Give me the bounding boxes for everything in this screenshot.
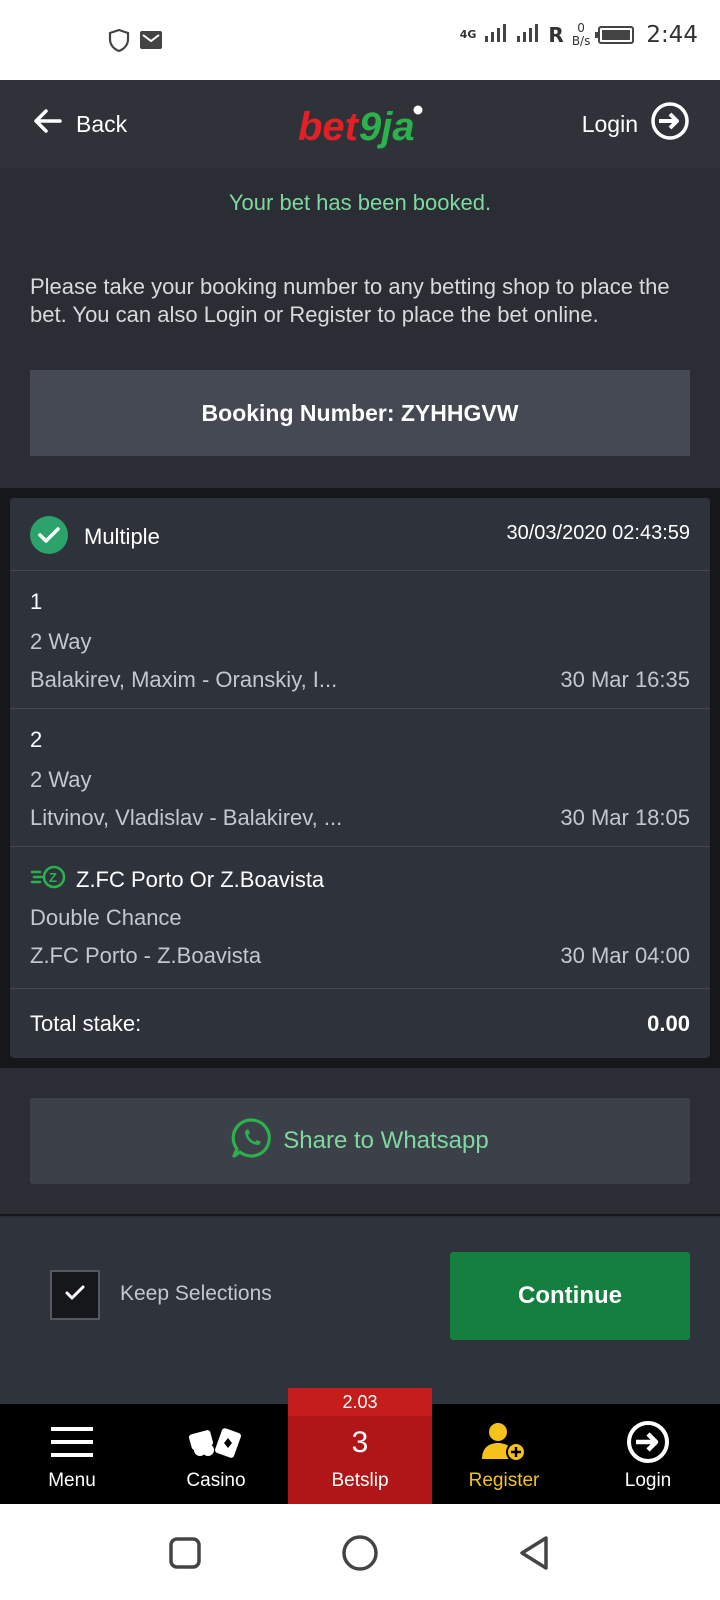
- bet-datetime: 30/03/2020 02:43:59: [506, 522, 690, 544]
- selection-row: 1 2 Way Balakirev, Maxim - Oranskiy, I..…: [10, 570, 710, 708]
- selection-match: Balakirev, Maxim - Oranskiy, I...: [30, 667, 338, 692]
- bet9ja-logo[interactable]: bet 9ja: [296, 100, 426, 150]
- signal-icon: [484, 22, 508, 48]
- nav-betslip[interactable]: 2.03 3 Betslip: [288, 1388, 432, 1504]
- bet-type: Multiple: [84, 524, 160, 549]
- checkmark-icon: [65, 1285, 85, 1306]
- bet-card-header: Multiple 30/03/2020 02:43:59: [10, 498, 710, 570]
- data-speed-unit: B/s: [571, 34, 591, 48]
- selection-time: 30 Mar 18:05: [560, 805, 690, 830]
- keep-selections-checkbox[interactable]: [50, 1270, 100, 1320]
- selection-match: Litvinov, Vladislav - Balakirev, ...: [30, 805, 343, 830]
- hamburger-icon: [49, 1420, 95, 1464]
- nav-casino[interactable]: Casino: [144, 1404, 288, 1504]
- login-arrow-icon: [650, 101, 690, 147]
- data-speed-value: 0: [577, 21, 585, 35]
- home-button[interactable]: [341, 1534, 379, 1577]
- virtual-sports-icon: Z: [30, 865, 68, 895]
- mail-icon: [138, 29, 164, 56]
- selection-number: 1: [30, 589, 43, 614]
- shield-icon: [108, 28, 130, 57]
- selection-row: Z Z.FC Porto Or Z.Boavista Double Chance…: [10, 846, 710, 988]
- share-label: Share to Whatsapp: [283, 1127, 489, 1154]
- casino-cards-icon: [186, 1420, 246, 1464]
- add-user-icon: [480, 1420, 528, 1464]
- selection-time: 30 Mar 04:00: [560, 943, 690, 968]
- arrow-left-icon: [32, 108, 62, 140]
- login-label: Login: [581, 110, 638, 137]
- booking-info-text: Please take your booking number to any b…: [30, 274, 670, 327]
- check-circle-icon: [30, 516, 68, 554]
- back-nav-button[interactable]: [516, 1534, 552, 1577]
- back-button[interactable]: Back: [32, 102, 127, 146]
- nav-login-label: Login: [624, 1470, 672, 1491]
- whatsapp-icon: [231, 1117, 273, 1166]
- selection-row: 2 2 Way Litvinov, Vladislav - Balakirev,…: [10, 708, 710, 846]
- selection-time: 30 Mar 16:35: [560, 667, 690, 692]
- bet-summary-card: Multiple 30/03/2020 02:43:59 1 2 Way Bal…: [10, 498, 710, 1058]
- network-type: 4G: [459, 28, 477, 41]
- total-stake-row: Total stake: 0.00: [10, 988, 710, 1058]
- data-speed: 0 B/s: [572, 22, 591, 48]
- selection-number: 2: [30, 727, 43, 752]
- svg-text:Z: Z: [49, 870, 57, 885]
- selection-match: Z.FC Porto - Z.Boavista: [30, 943, 262, 968]
- clock: 2:44: [646, 22, 698, 48]
- app-header: Back bet 9ja Login: [0, 80, 720, 168]
- nav-login[interactable]: Login: [576, 1404, 720, 1504]
- battery-icon: [595, 26, 635, 44]
- booking-number: Booking Number: ZYHHGVW: [30, 370, 690, 456]
- login-arrow-icon: [625, 1420, 671, 1464]
- selection-market: Double Chance: [30, 905, 182, 930]
- nav-register-label: Register: [468, 1470, 540, 1491]
- nav-menu-label: Menu: [48, 1470, 96, 1491]
- header-login-button[interactable]: Login: [582, 100, 690, 148]
- share-section: Share to Whatsapp: [0, 1068, 720, 1216]
- booking-section: Your bet has been booked. Please take yo…: [0, 168, 720, 488]
- recent-apps-button[interactable]: [168, 1536, 202, 1575]
- nav-register[interactable]: Register: [432, 1404, 576, 1504]
- roaming-indicator: R: [548, 23, 564, 47]
- keep-selections-label: Keep Selections: [120, 1282, 272, 1305]
- selection-market: 2 Way: [30, 629, 92, 654]
- signal-icon-2: [516, 22, 540, 48]
- back-label: Back: [76, 110, 128, 137]
- betslip-odds: 2.03: [288, 1388, 432, 1416]
- share-whatsapp-button[interactable]: Share to Whatsapp: [30, 1098, 690, 1184]
- android-nav-bar: [0, 1504, 720, 1600]
- logo-text-bet: bet: [298, 105, 360, 149]
- nav-casino-label: Casino: [186, 1470, 246, 1491]
- betslip-label: Betslip: [331, 1470, 389, 1491]
- actions-bar: Keep Selections Continue: [0, 1218, 720, 1404]
- selection-market: 2 Way: [30, 767, 92, 792]
- status-bar: 4G R 0 B/s 2:44: [0, 0, 720, 80]
- total-stake-value: 0.00: [647, 1011, 690, 1036]
- betslip-count: 3: [351, 1426, 369, 1459]
- continue-button[interactable]: Continue: [450, 1252, 690, 1340]
- total-stake-label: Total stake:: [30, 1011, 142, 1036]
- selection-pick: Z.FC Porto Or Z.Boavista: [76, 867, 325, 892]
- nav-menu[interactable]: Menu: [0, 1404, 144, 1504]
- logo-text-9ja: 9ja: [359, 105, 415, 149]
- booking-confirmation: Your bet has been booked.: [228, 190, 492, 215]
